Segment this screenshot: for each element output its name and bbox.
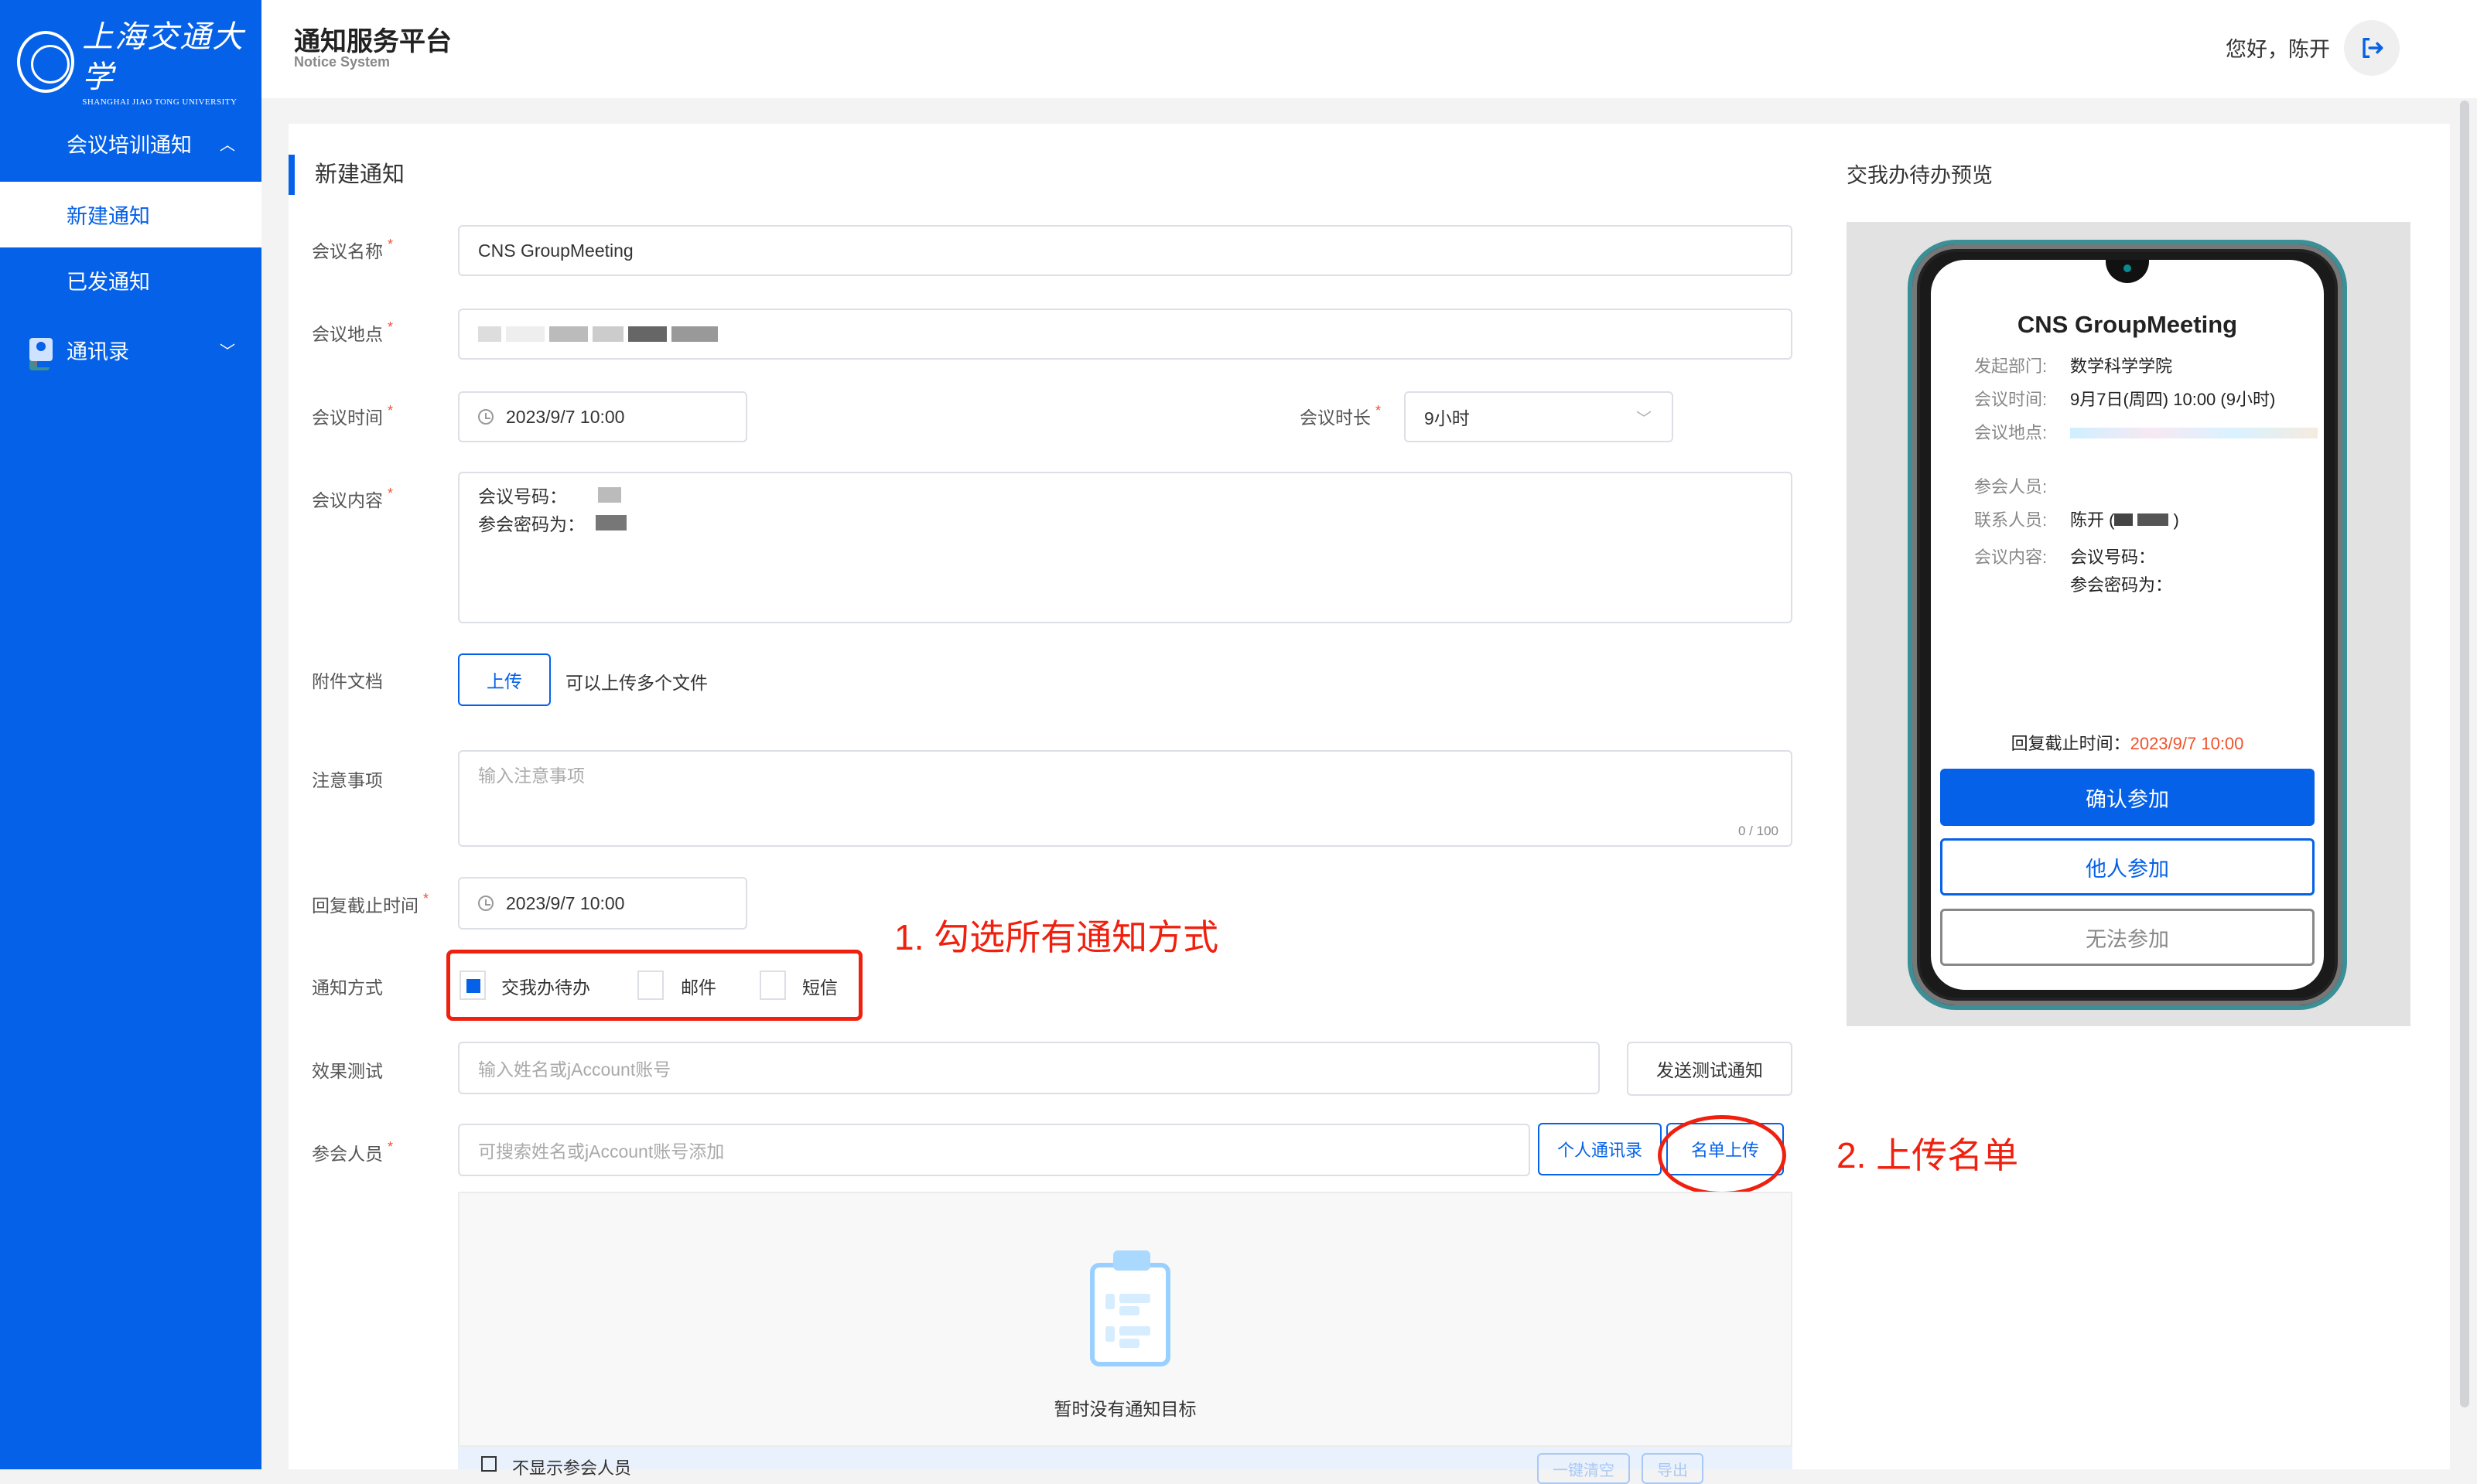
meeting-duration-value: 9小时 <box>1424 408 1470 428</box>
clipboard-empty-icon <box>1090 1250 1170 1366</box>
test-recipient-input[interactable]: 输入姓名或jAccount账号 <box>458 1042 1600 1094</box>
contacts-icon <box>29 338 53 361</box>
meeting-time-picker[interactable]: 2023/9/7 10:00 <box>458 391 747 442</box>
confirm-attend-button[interactable]: 确认参加 <box>1940 769 2315 826</box>
sidebar-item-new-notice[interactable]: 新建通知 <box>0 182 261 247</box>
attendees-label: 参会人员 * <box>312 1139 394 1164</box>
preview-row-department: 发起部门: 数学科学学院 <box>1974 357 2173 376</box>
notes-textarea[interactable]: 输入注意事项 0 / 100 <box>458 750 1792 847</box>
attachment-label: 附件文档 <box>312 671 383 691</box>
personal-contacts-button[interactable]: 个人通讯录 <box>1538 1123 1662 1175</box>
logout-button[interactable] <box>2344 20 2400 76</box>
meeting-location-label: 会议地点 * <box>312 319 394 344</box>
preview-deadline: 回复截止时间：2023/9/7 10:00 <box>2011 734 2244 753</box>
reply-deadline-picker[interactable]: 2023/9/7 10:00 <box>458 877 747 930</box>
reply-deadline-label: 回复截止时间 * <box>312 891 429 916</box>
page-title: 新建通知 <box>289 155 405 195</box>
app-title: 通知服务平台 <box>294 27 452 56</box>
chevron-up-icon: ︿ <box>220 136 235 154</box>
notes-placeholder: 输入注意事项 <box>478 766 585 786</box>
attendees-search-input[interactable]: 可搜索姓名或jAccount账号添加 <box>458 1124 1530 1176</box>
meeting-name-input[interactable]: CNS GroupMeeting <box>458 225 1792 276</box>
university-seal-icon <box>17 31 75 93</box>
preview-row-content: 会议内容: 会议号码： <box>1974 548 2156 567</box>
user-greeting: 您好，陈开 <box>2226 38 2330 61</box>
attendees-list-empty: 暂时没有通知目标 <box>458 1192 1792 1447</box>
meeting-time-value: 2023/9/7 10:00 <box>506 406 625 427</box>
top-header: 通知服务平台 Notice System 您好，陈开 <box>261 0 2477 98</box>
preview-row-location: 会议地点: <box>1974 419 2322 447</box>
annotation-step-2: 2. 上传名单 <box>1836 1135 2019 1175</box>
logo-chinese-name: 上海交通大学 <box>82 19 245 95</box>
meeting-name-label: 会议名称 * <box>312 237 394 261</box>
decline-button[interactable]: 无法参加 <box>1940 909 2315 966</box>
meeting-duration-label: 会议时长 * <box>1300 403 1382 428</box>
university-logo[interactable]: 上海交通大学 SHANGHAI JIAO TONG UNIVERSITY <box>17 17 261 107</box>
attachment-hint: 可以上传多个文件 <box>565 673 708 693</box>
sidebar-item-sent-notices[interactable]: 已发通知 <box>0 247 261 313</box>
chevron-down-icon: ﹀ <box>1636 410 1652 428</box>
sidebar-group-contacts[interactable]: 通讯录 ﹀ <box>0 311 261 388</box>
app-subtitle: Notice System <box>294 54 391 70</box>
notes-label: 注意事项 <box>312 770 383 790</box>
preview-row-content-2: 参会密码为： <box>2070 575 2173 595</box>
preview-row-time: 会议时间: 9月7日(周四) 10:00 (9小时) <box>1974 390 2276 409</box>
meeting-content-label: 会议内容 * <box>312 486 394 510</box>
content-line: 参会密码为： <box>478 514 585 534</box>
upload-attachment-button[interactable]: 上传 <box>458 653 551 706</box>
test-placeholder: 输入姓名或jAccount账号 <box>478 1059 671 1080</box>
sidebar-group-label: 会议培训通知 <box>67 133 192 157</box>
attendees-placeholder: 可搜索姓名或jAccount账号添加 <box>478 1141 725 1162</box>
sidebar-group-meeting-notice[interactable]: 会议培训通知 ︿ <box>0 104 261 370</box>
annotation-circle <box>1658 1115 1786 1196</box>
test-label: 效果测试 <box>312 1061 383 1081</box>
chevron-down-icon: ﹀ <box>220 343 235 360</box>
annotation-step-1: 1. 勾选所有通知方式 <box>894 917 1219 957</box>
camera-notch-icon <box>2106 260 2149 283</box>
hide-attendees-label: 不显示参会人员 <box>512 1458 632 1478</box>
content-line: 会议号码： <box>478 486 567 507</box>
reply-deadline-value: 2023/9/7 10:00 <box>506 892 625 913</box>
clock-icon <box>478 409 494 425</box>
phone-screen: CNS GroupMeeting 发起部门: 数学科学学院 会议时间: 9月7日(周… <box>1931 260 2324 990</box>
meeting-duration-select[interactable]: 9小时 ﹀ <box>1404 391 1673 442</box>
preview-location-link[interactable] <box>2070 419 2322 447</box>
preview-row-contact: 联系人员: 陈开 () <box>1974 510 2179 530</box>
logout-icon <box>2363 37 2383 59</box>
export-button[interactable]: 导出 <box>1642 1453 1703 1484</box>
sidebar-group-label: 通讯录 <box>67 339 129 363</box>
page-scrollbar[interactable] <box>2460 101 2469 1407</box>
meeting-location-input[interactable] <box>458 309 1792 360</box>
preview-meeting-title: CNS GroupMeeting <box>2017 311 2238 338</box>
notes-char-counter: 0 / 100 <box>1738 824 1778 838</box>
delegate-attend-button[interactable]: 他人参加 <box>1940 838 2315 896</box>
clock-icon <box>478 896 494 911</box>
notify-method-label: 通知方式 <box>312 977 383 998</box>
sidebar: 上海交通大学 SHANGHAI JIAO TONG UNIVERSITY 会议培… <box>0 0 261 1469</box>
preview-row-attendees: 参会人员: <box>1974 477 2048 496</box>
phone-mockup: CNS GroupMeeting 发起部门: 数学科学学院 会议时间: 9月7日(周… <box>1908 240 2347 1010</box>
hide-attendees-checkbox[interactable] <box>481 1456 497 1472</box>
meeting-time-label: 会议时间 * <box>312 403 394 428</box>
preview-title: 交我办待办预览 <box>1847 164 1993 187</box>
send-test-button[interactable]: 发送测试通知 <box>1627 1042 1792 1096</box>
attendees-footer-bar: 不显示参会人员 一键清空 导出 <box>458 1447 1792 1484</box>
annotation-highlight-box <box>446 950 863 1021</box>
clear-all-button[interactable]: 一键清空 <box>1537 1453 1630 1484</box>
empty-state-text: 暂时没有通知目标 <box>1054 1399 1197 1419</box>
meeting-content-textarea[interactable]: 会议号码： 参会密码为： <box>458 472 1792 623</box>
